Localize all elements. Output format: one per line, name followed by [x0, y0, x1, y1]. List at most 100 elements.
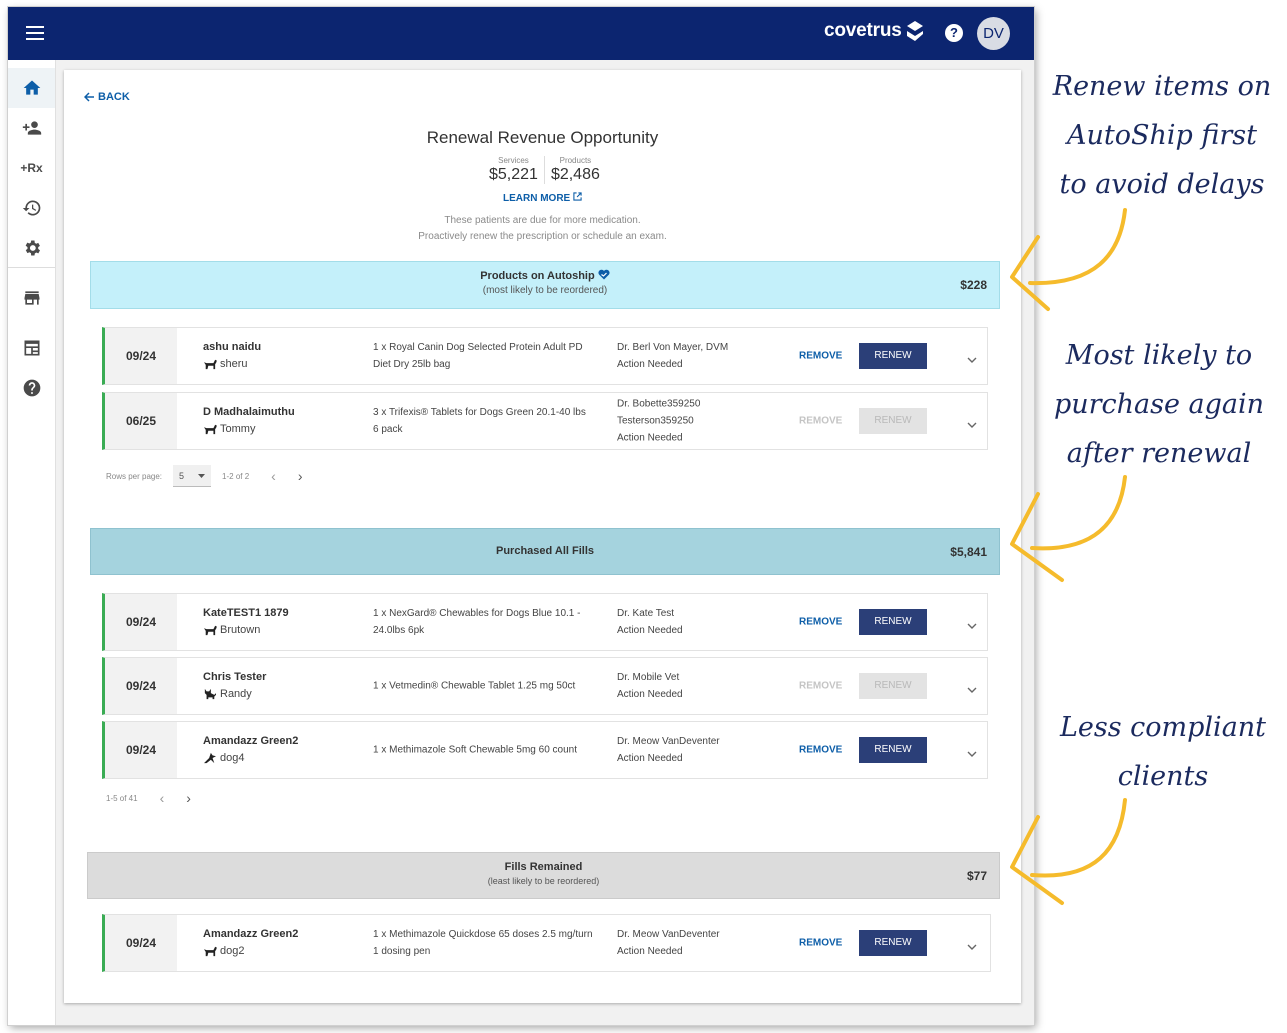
- back-label: BACK: [98, 91, 130, 103]
- dog-icon: [204, 625, 217, 636]
- learn-more-link[interactable]: LEARN MORE: [503, 192, 582, 204]
- remove-button[interactable]: REMOVE: [799, 617, 842, 628]
- prev-page-icon[interactable]: ‹: [271, 468, 276, 484]
- autoship-heart-icon: [598, 269, 610, 280]
- autoship-section-header: Products on Autoship (most likely to be …: [90, 261, 1000, 309]
- row-date: 09/24: [105, 328, 177, 384]
- renewal-row: 09/24 KateTEST1 1879 Brutown 1 x NexGard…: [102, 593, 988, 651]
- cat-icon: [204, 688, 216, 700]
- remove-button[interactable]: REMOVE: [799, 416, 842, 427]
- external-link-icon: [573, 192, 582, 201]
- sidebar-divider: [8, 267, 55, 268]
- row-status: Action Needed: [617, 753, 683, 764]
- doctor-info: Dr. Bobette359250 Testerson359250 Action…: [617, 396, 777, 447]
- expand-chevron-icon[interactable]: [967, 617, 977, 629]
- sidebar-item-calendar[interactable]: [8, 328, 55, 368]
- prev-page-icon[interactable]: ‹: [160, 790, 165, 806]
- remove-button[interactable]: REMOVE: [799, 681, 842, 692]
- fills-pagination: 1-5 of 41 ‹ ›: [106, 790, 191, 806]
- user-avatar[interactable]: DV: [977, 17, 1010, 50]
- expand-chevron-icon[interactable]: [967, 416, 977, 428]
- products-stat: Products $2,486: [543, 156, 606, 184]
- annotation-arrow-1: [1010, 208, 1127, 311]
- sidebar-item-prescription[interactable]: +Rx: [8, 148, 55, 188]
- renew-button[interactable]: RENEW: [859, 673, 927, 699]
- expand-chevron-icon[interactable]: [967, 351, 977, 363]
- next-page-icon[interactable]: ›: [298, 468, 303, 484]
- bird-icon: [204, 752, 216, 764]
- client-name: Amandazz Green2: [203, 735, 299, 747]
- sidebar-item-history[interactable]: [8, 188, 55, 228]
- section-title: Products on Autoship: [91, 269, 999, 282]
- renew-button[interactable]: RENEW: [859, 737, 927, 763]
- annotation-arrow-3: [1010, 798, 1127, 905]
- sidebar-item-store[interactable]: [8, 278, 55, 318]
- product-description: 1 x Vetmedin® Chewable Tablet 1.25 mg 50…: [373, 680, 576, 692]
- section-title: Fills Remained: [504, 861, 583, 873]
- pet-info: Tommy: [203, 423, 255, 435]
- row-date: 09/24: [105, 594, 177, 650]
- renew-button[interactable]: RENEW: [859, 343, 927, 369]
- doctor-name: Dr. Bobette359250 Testerson359250: [617, 398, 701, 427]
- renew-button[interactable]: RENEW: [859, 609, 927, 635]
- doctor-info: Dr. Meow VanDeventer Action Needed: [617, 926, 777, 960]
- annotation-line: to avoid delays: [1059, 169, 1265, 200]
- add-person-icon: [22, 121, 41, 135]
- fills-remained-header: Fills Remained (least likely to be reord…: [87, 852, 1000, 899]
- next-page-icon[interactable]: ›: [186, 790, 191, 806]
- pet-name: dog2: [220, 945, 245, 957]
- learn-more-container: LEARN MORE: [64, 192, 1021, 204]
- row-date: 09/24: [105, 722, 177, 778]
- sidebar-item-help[interactable]: [8, 368, 55, 408]
- stat-value: $2,486: [550, 166, 600, 183]
- app-window: covetrus ? DV +Rx BACK Renewal Revenue O…: [8, 7, 1034, 1025]
- expand-chevron-icon[interactable]: [967, 938, 977, 950]
- doctor-name: Dr. Meow VanDeventer: [617, 736, 720, 747]
- client-name: Amandazz Green2: [203, 928, 299, 940]
- doctor-info: Dr. Meow VanDeventer Action Needed: [617, 733, 777, 767]
- pet-info: sheru: [203, 358, 248, 370]
- help-icon[interactable]: ?: [945, 24, 963, 42]
- annotation-autoship: Renew items on AutoShip first to avoid d…: [1044, 62, 1280, 209]
- annotation-line: Most likely to: [1065, 340, 1253, 371]
- section-subtitle: (least likely to be reordered): [487, 876, 600, 886]
- services-stat: Services $5,221: [483, 156, 544, 184]
- question-circle-icon: [23, 379, 40, 397]
- hamburger-menu-icon[interactable]: [26, 26, 44, 40]
- sidebar-item-add-client[interactable]: [8, 108, 55, 148]
- section-amount: $228: [960, 278, 987, 292]
- client-name: ashu naidu: [203, 341, 262, 353]
- renewal-row: 09/24 Chris Tester Randy 1 x Vetmedin® C…: [102, 657, 988, 715]
- annotation-line: Renew items on: [1052, 71, 1272, 102]
- doctor-name: Dr. Mobile Vet: [617, 672, 680, 683]
- product-description: 1 x Methimazole Quickdose 65 doses 2.5 m…: [373, 929, 593, 957]
- sidebar: +Rx: [8, 60, 56, 1025]
- rows-per-page-value: 5: [179, 470, 185, 481]
- renewal-row: 06/25 D Madhalaimuthu Tommy 3 x Trifexis…: [102, 392, 988, 450]
- expand-chevron-icon[interactable]: [967, 745, 977, 757]
- renew-button[interactable]: RENEW: [859, 408, 927, 434]
- expand-chevron-icon[interactable]: [967, 681, 977, 693]
- back-button[interactable]: BACK: [84, 91, 130, 103]
- history-icon: [22, 200, 40, 216]
- row-status: Action Needed: [617, 946, 683, 957]
- stat-value: $5,221: [489, 166, 538, 183]
- doctor-name: Dr. Kate Test: [617, 608, 675, 619]
- product-description: 3 x Trifexis® Tablets for Dogs Green 20.…: [373, 407, 586, 435]
- remove-button[interactable]: REMOVE: [799, 351, 842, 362]
- stat-label: Services: [498, 156, 529, 165]
- pet-name: Tommy: [220, 423, 256, 435]
- row-date: 09/24: [105, 658, 177, 714]
- sidebar-item-home[interactable]: [8, 68, 55, 108]
- doctor-info: Dr. Mobile Vet Action Needed: [617, 669, 777, 703]
- rows-per-page-select[interactable]: 5: [173, 465, 212, 487]
- row-date: 06/25: [105, 393, 177, 449]
- calendar-table-icon: [24, 340, 39, 356]
- remove-button[interactable]: REMOVE: [799, 745, 842, 756]
- dog-icon: [204, 424, 217, 435]
- arrow-left-icon: [84, 92, 94, 102]
- remove-button[interactable]: REMOVE: [799, 938, 842, 949]
- renew-button[interactable]: RENEW: [859, 930, 927, 956]
- stat-label: Products: [559, 156, 592, 165]
- sidebar-item-settings[interactable]: [8, 228, 55, 268]
